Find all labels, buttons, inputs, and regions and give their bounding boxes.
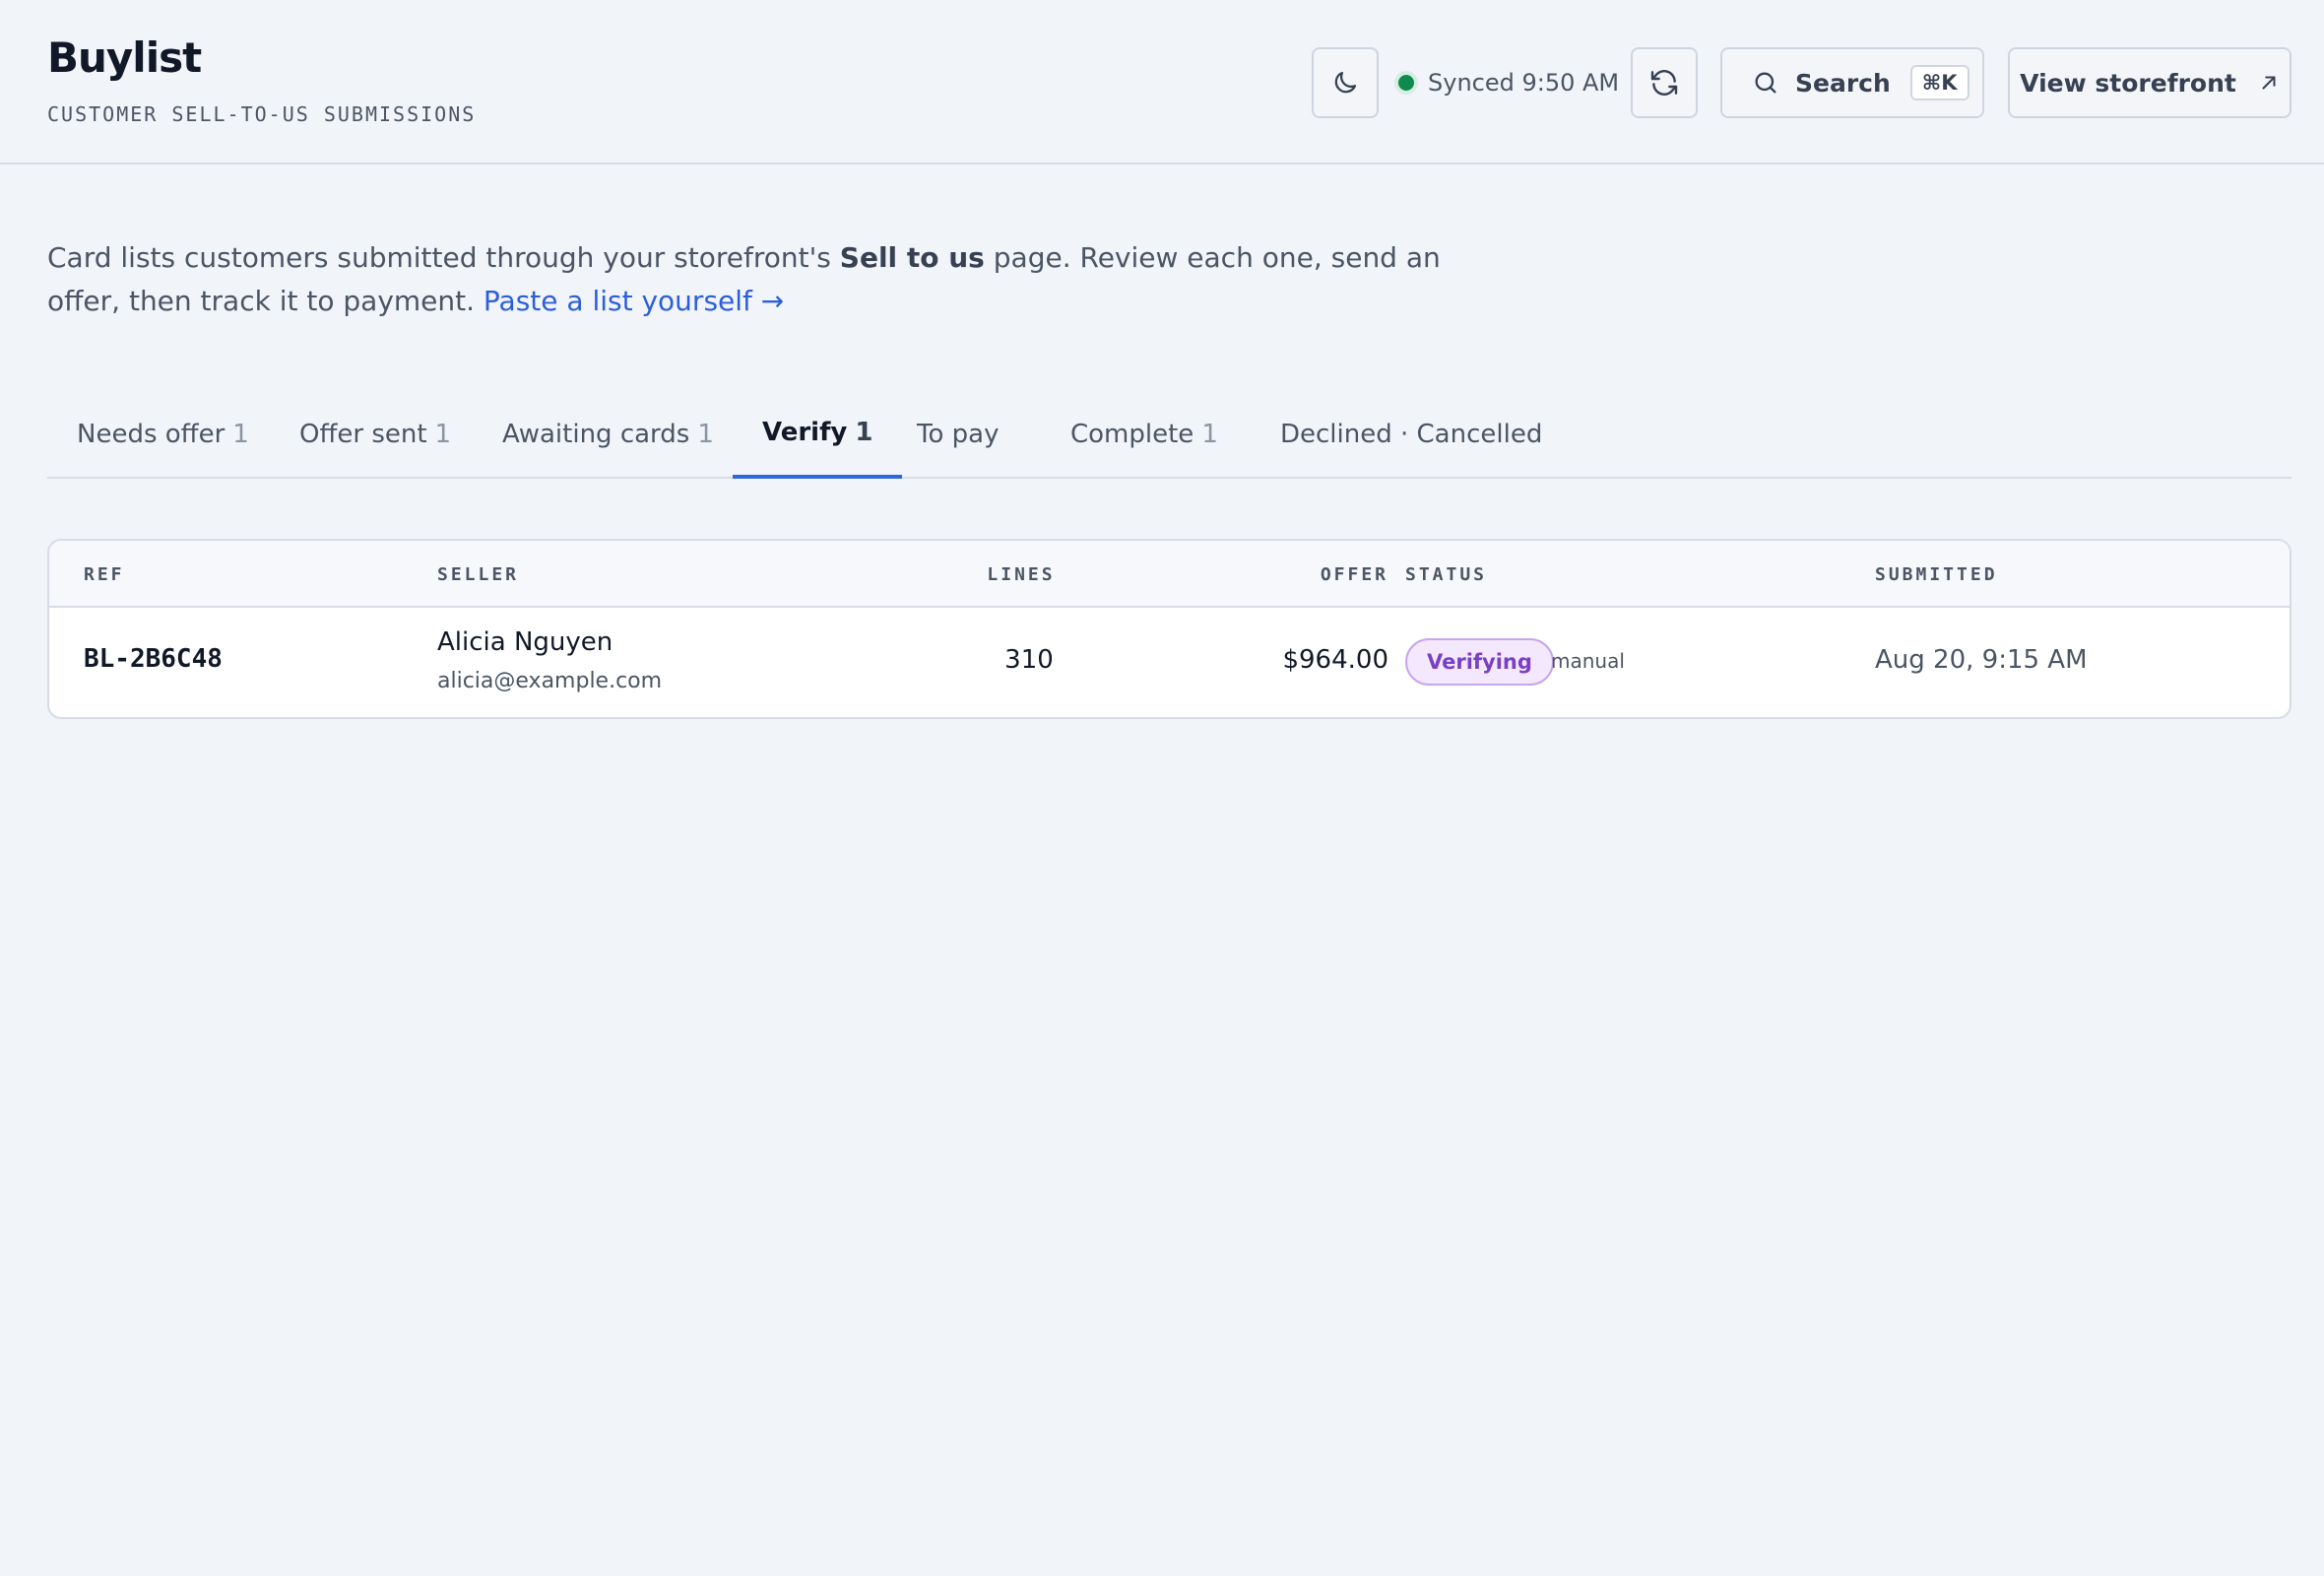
table-header: REF SELLER LINES OFFER STATUS SUBMITTED bbox=[49, 541, 2290, 608]
tab-label: Awaiting cards bbox=[502, 419, 690, 449]
column-header-status[interactable]: STATUS bbox=[1405, 564, 1487, 585]
tab-offer-sent[interactable]: Offer sent 1 bbox=[270, 389, 481, 479]
status-note: manual bbox=[1551, 649, 1625, 673]
search-button[interactable]: Search ⌘K bbox=[1720, 47, 1984, 118]
sync-dot-icon bbox=[1398, 75, 1414, 91]
tab-label: Needs offer bbox=[77, 419, 226, 449]
intro-text-start: Card lists customers submitted through y… bbox=[47, 241, 840, 274]
tab-complete[interactable]: Complete 1 bbox=[1041, 389, 1248, 479]
row-offer: $964.00 bbox=[1282, 645, 1388, 675]
column-header-seller[interactable]: SELLER bbox=[437, 564, 519, 585]
search-label: Search bbox=[1795, 68, 1891, 98]
intro-bold: Sell to us bbox=[839, 241, 985, 274]
tab-to-pay[interactable]: To pay bbox=[887, 389, 1028, 479]
tab-label: Verify bbox=[762, 417, 848, 447]
tab-label: Offer sent bbox=[299, 419, 427, 449]
submissions-table: REF SELLER LINES OFFER STATUS SUBMITTED … bbox=[47, 539, 2292, 719]
tab-label: To pay bbox=[917, 419, 1000, 449]
refresh-button[interactable] bbox=[1631, 47, 1698, 118]
status-tabs: Needs offer 1 Offer sent 1 Awaiting cards 1… bbox=[47, 389, 2292, 479]
row-lines: 310 bbox=[1004, 645, 1054, 675]
refresh-icon bbox=[1650, 70, 1678, 96]
column-header-offer[interactable]: OFFER bbox=[1093, 564, 1388, 585]
sync-status-text: Synced 9:50 AM bbox=[1428, 69, 1620, 97]
row-submitted: Aug 20, 9:15 AM bbox=[1875, 645, 2088, 675]
intro-text: Card lists customers submitted through y… bbox=[47, 236, 1465, 323]
row-seller-name: Alicia Nguyen bbox=[437, 627, 613, 657]
search-icon bbox=[1755, 72, 1776, 94]
column-header-submitted[interactable]: SUBMITTED bbox=[1875, 564, 1998, 585]
row-seller-email: alicia@example.com bbox=[437, 669, 663, 693]
tab-declined-cancelled[interactable]: Declined · Cancelled bbox=[1251, 389, 1572, 479]
tab-label: Complete bbox=[1070, 419, 1194, 449]
sync-status: Synced 9:50 AM bbox=[1398, 65, 1619, 100]
tab-count: 1 bbox=[697, 419, 714, 449]
tab-awaiting-cards[interactable]: Awaiting cards 1 bbox=[473, 389, 743, 479]
tab-count: 1 bbox=[434, 419, 452, 449]
page-header: Buylist CUSTOMER SELL-TO-US SUBMISSIONS … bbox=[0, 0, 2324, 164]
column-header-ref[interactable]: REF bbox=[84, 564, 125, 585]
paste-list-link[interactable]: Paste a list yourself → bbox=[484, 285, 784, 317]
tab-label: Declined · Cancelled bbox=[1280, 419, 1543, 449]
row-ref: BL-2B6C48 bbox=[84, 644, 223, 674]
moon-icon bbox=[1334, 71, 1357, 94]
tab-count: 1 bbox=[855, 417, 873, 447]
tab-needs-offer[interactable]: Needs offer 1 bbox=[47, 389, 279, 479]
view-storefront-label: View storefront bbox=[2020, 68, 2236, 98]
page-subtitle: CUSTOMER SELL-TO-US SUBMISSIONS bbox=[47, 102, 477, 126]
tab-count: 1 bbox=[232, 419, 249, 449]
column-header-lines[interactable]: LINES bbox=[947, 564, 1095, 585]
tab-verify[interactable]: Verify 1 bbox=[733, 389, 903, 479]
search-shortcut: ⌘K bbox=[1909, 65, 1969, 100]
tab-count: 1 bbox=[1201, 419, 1218, 449]
external-link-icon bbox=[2262, 76, 2276, 90]
theme-toggle-button[interactable] bbox=[1312, 47, 1379, 118]
view-storefront-button[interactable]: View storefront bbox=[2008, 47, 2292, 118]
page-title: Buylist bbox=[47, 33, 202, 82]
status-badge: Verifying bbox=[1405, 638, 1554, 686]
